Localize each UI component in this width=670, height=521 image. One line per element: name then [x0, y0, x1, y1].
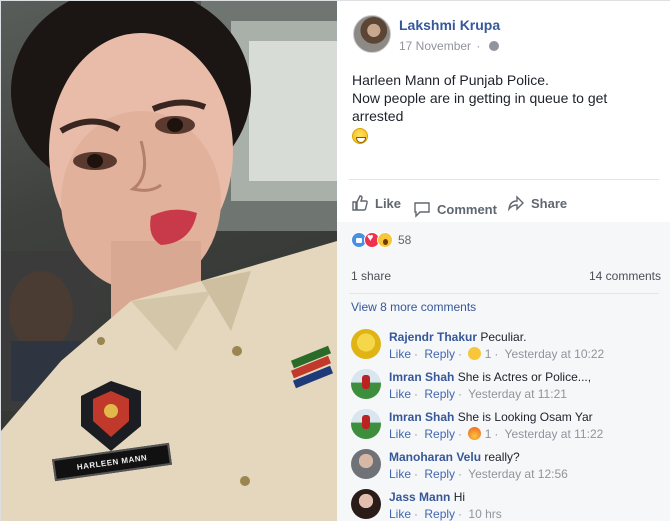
separator-dot: · — [476, 39, 481, 53]
thumbs-up-icon — [352, 195, 368, 211]
comment-reply-link[interactable]: Reply — [424, 507, 455, 521]
comment-text: She is Looking Osam Yar — [457, 410, 593, 424]
comment-reaction-count[interactable]: 1 — [485, 347, 492, 361]
comment-body: Imran Shah She is Looking Osam Yar Like ·… — [389, 410, 604, 441]
share-comment-stats: 1 share 14 comments — [337, 258, 670, 294]
reaction-icons: 58 — [351, 231, 411, 249]
comment-body: Jass Mann Hi Like · Reply · 10 hrs — [389, 490, 502, 521]
name-plate-text: HARLEEN MANN — [76, 452, 148, 472]
commenter-name[interactable]: Jass Mann — [389, 490, 450, 504]
grinning-emoji-icon — [352, 128, 368, 144]
share-button[interactable]: Share — [507, 191, 567, 215]
comment-reply-link[interactable]: Reply — [424, 467, 455, 481]
like-label: Like — [375, 195, 402, 211]
commenter-avatar[interactable] — [351, 369, 381, 399]
haha-reaction-icon — [468, 347, 482, 360]
comment-item: Imran Shah She is Actres or Police..., L… — [351, 368, 667, 404]
post-photo[interactable]: HARLEEN MANN — [1, 1, 337, 521]
post-message: Harleen Mann of Punjab Police. Now peopl… — [352, 71, 662, 145]
facebook-post-viewer: HARLEEN MANN Lakshmi Krupa 17 November ·… — [0, 0, 670, 521]
author-name[interactable]: Lakshmi Krupa — [399, 17, 500, 33]
reaction-count[interactable]: 58 — [398, 233, 411, 247]
comment-like-link[interactable]: Like — [389, 427, 411, 441]
post-date-text[interactable]: 17 November — [399, 39, 471, 53]
comment-item: Rajendr Thakur Peculiar. Like · Reply · 1 ·… — [351, 328, 667, 364]
comment-bubble-icon — [414, 202, 430, 218]
comments-count-link[interactable]: 14 comments — [589, 269, 661, 283]
commenter-name[interactable]: Manoharan Velu — [389, 450, 481, 464]
comments-section: View 8 more comments Rajendr Thakur Pecu… — [337, 294, 670, 521]
post-text-line2: Now people are in getting in queue to ge… — [352, 90, 608, 124]
globe-icon — [488, 41, 499, 51]
comment-reply-link[interactable]: Reply — [424, 347, 455, 361]
comment-body: Manoharan Velu really? Like · Reply · Yest… — [389, 450, 568, 481]
author-avatar[interactable] — [353, 15, 391, 53]
comment-text: Peculiar. — [480, 330, 527, 344]
comment-text: Hi — [453, 490, 466, 504]
comment-timestamp[interactable]: Yesterday at 11:21 — [468, 387, 567, 401]
wow-reaction-icon — [377, 232, 393, 248]
comment-body: Imran Shah She is Actres or Police..., L… — [389, 370, 592, 401]
share-count-link[interactable]: 1 share — [351, 269, 391, 283]
comment-label: Comment — [437, 201, 497, 217]
comment-timestamp[interactable]: Yesterday at 11:22 — [505, 427, 604, 441]
comment-like-link[interactable]: Like — [389, 347, 411, 361]
post-sidebar: Lakshmi Krupa 17 November · Harleen Mann… — [337, 1, 670, 521]
post-text-line1: Harleen Mann of Punjab Police. — [352, 72, 549, 88]
comment-reply-link[interactable]: Reply — [424, 387, 455, 401]
comment-item: Jass Mann Hi Like · Reply · 10 hrs — [351, 488, 667, 521]
comment-text: She is Actres or Police..., — [457, 370, 592, 384]
commenter-avatar[interactable] — [351, 329, 381, 359]
comment-like-link[interactable]: Like — [389, 387, 411, 401]
commenter-name[interactable]: Imran Shah — [389, 370, 454, 384]
comment-timestamp[interactable]: 10 hrs — [468, 507, 501, 521]
comment-text: really? — [484, 450, 520, 464]
comment-like-link[interactable]: Like — [389, 507, 411, 521]
commenter-avatar[interactable] — [351, 489, 381, 519]
share-label: Share — [531, 195, 568, 211]
comment-timestamp[interactable]: Yesterday at 12:56 — [468, 467, 568, 481]
comment-timestamp[interactable]: Yesterday at 10:22 — [505, 347, 605, 361]
comment-reply-link[interactable]: Reply — [424, 427, 455, 441]
comment-item: Manoharan Velu really? Like · Reply · Yest… — [351, 448, 667, 484]
comment-like-link[interactable]: Like — [389, 467, 411, 481]
post-timestamp[interactable]: 17 November · — [399, 39, 499, 53]
commenter-name[interactable]: Rajendr Thakur — [389, 330, 477, 344]
commenter-avatar[interactable] — [351, 409, 381, 439]
comment-reaction-count[interactable]: 1 — [485, 427, 492, 441]
divider — [349, 179, 659, 180]
angry-reaction-icon — [468, 427, 482, 440]
comment-body: Rajendr Thakur Peculiar. Like · Reply · 1 ·… — [389, 330, 605, 361]
commenter-name[interactable]: Imran Shah — [389, 410, 454, 424]
reactions-summary[interactable]: 58 — [337, 222, 670, 258]
commenter-avatar[interactable] — [351, 449, 381, 479]
like-button[interactable]: Like — [351, 191, 401, 215]
post-actions: Like Comment Share — [351, 191, 657, 218]
share-arrow-icon — [507, 195, 524, 212]
view-more-comments-link[interactable]: View 8 more comments — [351, 300, 476, 314]
comment-item: Imran Shah She is Looking Osam Yar Like ·… — [351, 408, 667, 444]
